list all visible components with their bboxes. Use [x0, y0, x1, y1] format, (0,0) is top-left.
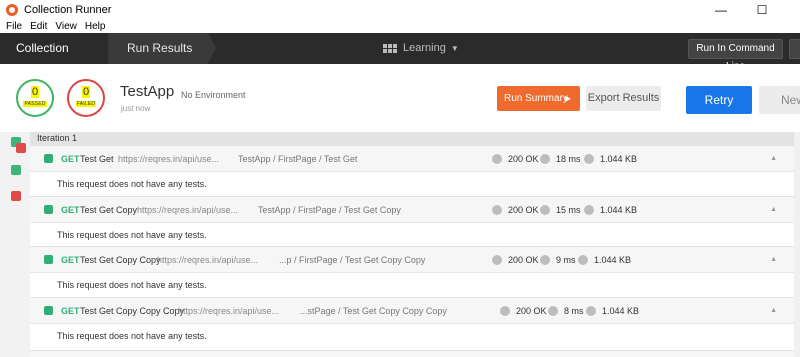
header-extra-button[interactable] [789, 39, 800, 59]
collection-name: TestApp [120, 83, 175, 100]
request-row[interactable]: GET Test Get Copy Copy Copy https://reqr… [30, 297, 800, 323]
menu-edit[interactable]: Edit [30, 21, 47, 32]
response-time: 18 ms [540, 146, 581, 172]
run-timestamp: just now [121, 104, 151, 113]
menu-view[interactable]: View [55, 21, 77, 32]
response-size: 1.044 KB [584, 197, 637, 223]
tests-message: This request does not have any tests. [30, 222, 800, 247]
passed-label: PASSED [23, 101, 47, 107]
tests-message: This request does not have any tests. [30, 272, 800, 297]
request-status-marker [44, 154, 53, 163]
workspace-grid-icon [383, 44, 397, 53]
request-method: GET [61, 205, 80, 215]
response-status: 200 OK [492, 146, 539, 172]
tests-message: This request does not have any tests. [30, 171, 800, 196]
window-title: Collection Runner [24, 4, 112, 16]
response-size: 1.044 KB [578, 247, 631, 273]
size-dot-icon [584, 205, 594, 215]
response-time: 15 ms [540, 197, 581, 223]
response-time: 8 ms [548, 298, 584, 324]
passed-count: 0 [30, 86, 40, 98]
request-name: Test Get Copy [80, 205, 138, 215]
window-titlebar: Collection Runner — ☐ [0, 0, 800, 20]
request-status-marker [44, 205, 53, 214]
size-dot-icon [578, 255, 588, 265]
run-summary-panel: 0 PASSED 0 FAILED TestApp No Environment… [0, 64, 800, 132]
fail-filter-marker[interactable] [11, 191, 21, 201]
request-path: TestApp / FirstPage / Test Get Copy [258, 205, 401, 215]
time-dot-icon [540, 205, 550, 215]
app-header: Collection Runner Run Results Learning ▼… [0, 33, 800, 86]
status-dot-icon [492, 205, 502, 215]
failed-count: 0 [81, 86, 91, 98]
retry-button[interactable]: Retry [686, 86, 752, 114]
time-dot-icon [540, 255, 550, 265]
response-size: 1.044 KB [586, 298, 639, 324]
request-url: https://reqres.in/api/use... [178, 306, 280, 316]
menu-help[interactable]: Help [85, 21, 106, 32]
run-summary-button[interactable]: Run Summary ▶ [497, 86, 580, 111]
request-name: Test Get [80, 154, 114, 164]
collapse-chevron-icon[interactable]: ▲ [770, 197, 777, 223]
tab-collection-runner[interactable]: Collection Runner [0, 33, 108, 86]
tab-run-results[interactable]: Run Results [108, 33, 216, 64]
time-dot-icon [540, 154, 550, 164]
postman-app-icon [6, 4, 18, 16]
request-url: https://reqres.in/api/use... [157, 255, 259, 265]
menu-bar: File Edit View Help [0, 20, 800, 33]
request-row[interactable]: GET Test Get Copy Copy https://reqres.in… [30, 246, 800, 272]
iteration-rail [0, 132, 30, 357]
workspace-name: Learning [403, 42, 446, 54]
request-status-marker [44, 255, 53, 264]
run-summary-label: Run Summary [504, 93, 568, 104]
size-dot-icon [586, 306, 596, 316]
size-dot-icon [584, 154, 594, 164]
status-dot-icon [492, 255, 502, 265]
request-name: Test Get Copy Copy [80, 255, 161, 265]
request-method: GET [61, 306, 80, 316]
request-path: TestApp / FirstPage / Test Get [238, 154, 358, 164]
environment-name: No Environment [181, 90, 246, 100]
tests-message: This request does not have any tests. [30, 323, 800, 348]
request-row[interactable]: GET Test Get Copy https://reqres.in/api/… [30, 196, 800, 222]
results-scrollbar[interactable] [794, 132, 800, 357]
minimize-button[interactable]: — [704, 0, 738, 20]
response-status: 200 OK [492, 247, 539, 273]
workspace-switcher[interactable]: Learning ▼ [383, 33, 459, 64]
collapse-chevron-icon[interactable]: ▲ [770, 247, 777, 273]
request-url: https://reqres.in/api/use... [137, 205, 239, 215]
response-status: 200 OK [500, 298, 547, 324]
status-dot-icon [500, 306, 510, 316]
failed-label: FAILED [75, 101, 97, 107]
iteration-fail-marker[interactable] [16, 143, 26, 153]
collapse-chevron-icon[interactable]: ▲ [770, 146, 777, 172]
request-method: GET [61, 154, 80, 164]
request-method: GET [61, 255, 80, 265]
new-button[interactable]: New [759, 86, 800, 114]
chevron-down-icon: ▼ [450, 44, 459, 53]
time-dot-icon [548, 306, 558, 316]
export-results-button[interactable]: Export Results [586, 86, 661, 111]
passed-indicator: 0 PASSED [16, 79, 54, 117]
menu-file[interactable]: File [6, 21, 22, 32]
request-url: https://reqres.in/api/use... [118, 154, 220, 164]
request-status-marker [44, 306, 53, 315]
response-size: 1.044 KB [584, 146, 637, 172]
collapse-chevron-icon[interactable]: ▲ [770, 298, 777, 324]
status-dot-icon [492, 154, 502, 164]
request-path: ...stPage / Test Get Copy Copy Copy [300, 306, 447, 316]
failed-indicator: 0 FAILED [67, 79, 105, 117]
run-in-command-line-button[interactable]: Run In Command Line [688, 39, 783, 72]
response-time: 9 ms [540, 247, 576, 273]
request-path: ...p / FirstPage / Test Get Copy Copy [279, 255, 426, 265]
iteration-header: Iteration 1 [30, 132, 800, 145]
request-row-partial[interactable] [30, 350, 800, 357]
pass-filter-marker[interactable] [11, 165, 21, 175]
request-name: Test Get Copy Copy Copy [80, 306, 185, 316]
request-row[interactable]: GET Test Get https://reqres.in/api/use..… [30, 145, 800, 171]
chevron-right-icon: ▶ [564, 94, 571, 103]
response-status: 200 OK [492, 197, 539, 223]
maximize-button[interactable]: ☐ [745, 0, 779, 20]
